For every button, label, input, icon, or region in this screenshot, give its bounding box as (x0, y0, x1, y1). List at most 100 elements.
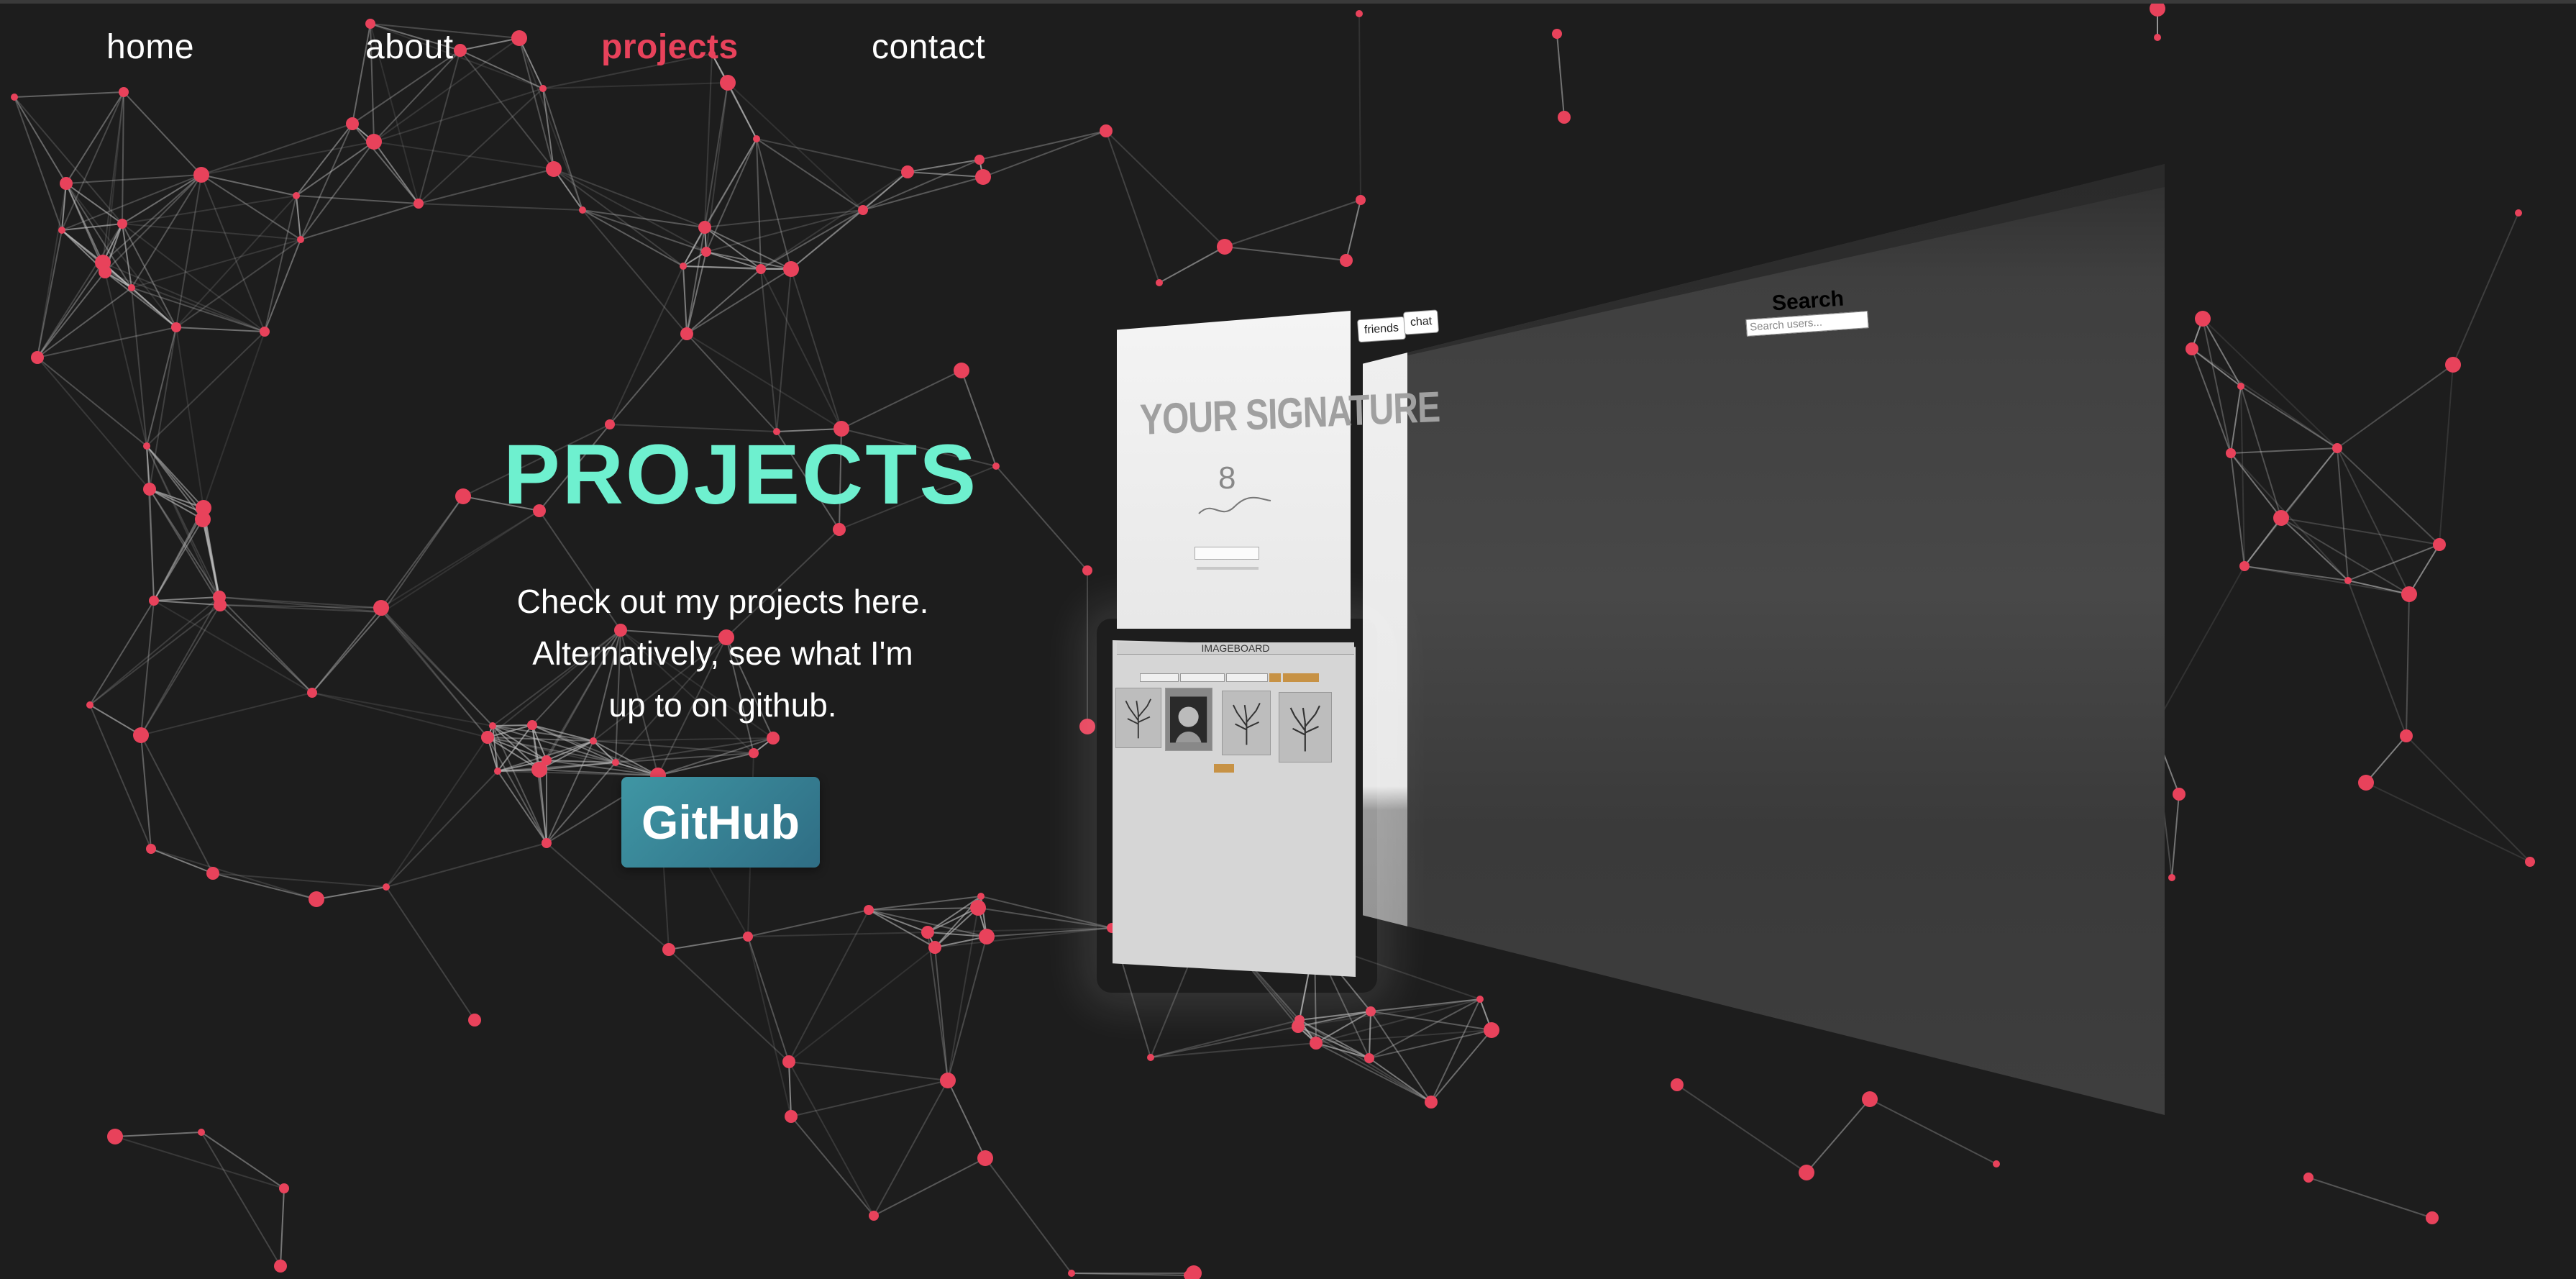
network-edge (982, 130, 1107, 178)
network-node (454, 44, 467, 57)
network-node (1100, 124, 1113, 137)
network-node (149, 596, 159, 606)
network-node (977, 893, 985, 900)
network-edge (704, 227, 762, 270)
network-edge (382, 611, 488, 738)
network-edge (2202, 318, 2338, 449)
network-edge (546, 762, 616, 844)
network-edge (153, 600, 221, 606)
network-node (1186, 1265, 1202, 1279)
signature-count: 8 (1218, 460, 1236, 496)
chat-tab-button[interactable]: chat (1402, 309, 1440, 335)
network-edge (756, 138, 908, 173)
network-edge (352, 123, 419, 204)
network-edge (2452, 212, 2519, 365)
network-edge (131, 287, 265, 332)
network-node (542, 838, 552, 848)
imageboard-thumb-2[interactable] (1165, 688, 1212, 751)
github-button[interactable]: GitHub (621, 777, 820, 868)
network-edge (1346, 199, 1361, 261)
network-edge (747, 936, 792, 1117)
network-edge (89, 600, 155, 706)
nav-projects-link[interactable]: projects (601, 27, 739, 67)
network-edge (2365, 782, 2531, 862)
network-edge (146, 331, 265, 447)
network-edge (175, 239, 301, 328)
network-node (782, 1055, 795, 1068)
network-node (858, 205, 868, 215)
network-edge (61, 229, 177, 328)
imageboard-thumb-1[interactable] (1115, 688, 1161, 748)
network-edge (2202, 318, 2232, 454)
network-node (539, 85, 547, 92)
network-edge (385, 842, 547, 888)
network-edge (1297, 998, 1481, 1027)
hero-line-2: Alternatively, see what I'm (532, 634, 913, 672)
network-node (31, 351, 44, 364)
network-edge (1676, 1084, 1807, 1173)
network-node (99, 265, 111, 278)
network-edge (114, 1136, 285, 1189)
network-node (901, 165, 914, 178)
network-edge (727, 82, 864, 211)
network-node (274, 1260, 287, 1273)
network-edge (311, 611, 383, 693)
network-node (1082, 565, 1092, 575)
network-edge (114, 1132, 202, 1137)
network-edge (760, 268, 777, 432)
network-node (2237, 383, 2244, 390)
imageboard-file-button[interactable] (1269, 673, 1281, 682)
signature-input[interactable] (1195, 547, 1259, 560)
network-node (133, 727, 149, 743)
nav-contact-link[interactable]: contact (872, 27, 985, 67)
network-node (2400, 729, 2413, 742)
network-edge (122, 223, 301, 240)
network-node (195, 511, 211, 527)
network-edge (668, 936, 749, 950)
network-edge (418, 168, 554, 204)
network-edge (609, 333, 688, 425)
network-node (2433, 538, 2446, 551)
network-edge (862, 159, 980, 211)
network-node (143, 483, 156, 496)
network-node (753, 135, 760, 142)
portrait-image (1170, 696, 1207, 742)
network-node (481, 731, 494, 744)
network-edge (788, 1061, 949, 1081)
nav-home-link[interactable]: home (106, 27, 194, 67)
imageboard-title: IMAGEBOARD (1117, 642, 1354, 655)
network-edge (1150, 1042, 1317, 1058)
network-node (1356, 195, 1366, 205)
network-edge (682, 265, 688, 334)
network-node (940, 1073, 956, 1088)
imageboard-thumb-3[interactable] (1222, 691, 1271, 755)
network-edge (907, 159, 980, 173)
network-edge (582, 209, 688, 334)
network-edge (756, 138, 762, 270)
network-edge (2202, 318, 2242, 387)
imageboard-title-field[interactable] (1140, 673, 1179, 682)
top-border (0, 0, 2576, 4)
network-edge (2244, 517, 2282, 567)
imageboard-thumb-4[interactable] (1279, 692, 1332, 763)
imageboard-more-button[interactable] (1214, 764, 1234, 773)
imageboard-user-field[interactable] (1226, 673, 1268, 682)
network-node (1217, 239, 1233, 255)
network-node (680, 263, 687, 270)
network-edge (2337, 364, 2454, 449)
network-edge (418, 88, 544, 204)
network-node (1484, 1022, 1499, 1038)
imageboard-description-field[interactable] (1180, 673, 1225, 682)
network-edge (280, 1188, 285, 1267)
network-edge (747, 932, 928, 937)
network-node (58, 227, 65, 234)
friends-tab-button[interactable]: friends (1356, 316, 1407, 343)
network-edge (382, 496, 464, 613)
imageboard-upload-button[interactable] (1283, 673, 1319, 682)
network-edge (2191, 348, 2338, 449)
network-node (279, 1183, 289, 1193)
nav-about-link[interactable]: about (365, 27, 454, 67)
network-edge (201, 141, 375, 176)
network-node (494, 768, 501, 775)
network-node (383, 883, 390, 891)
